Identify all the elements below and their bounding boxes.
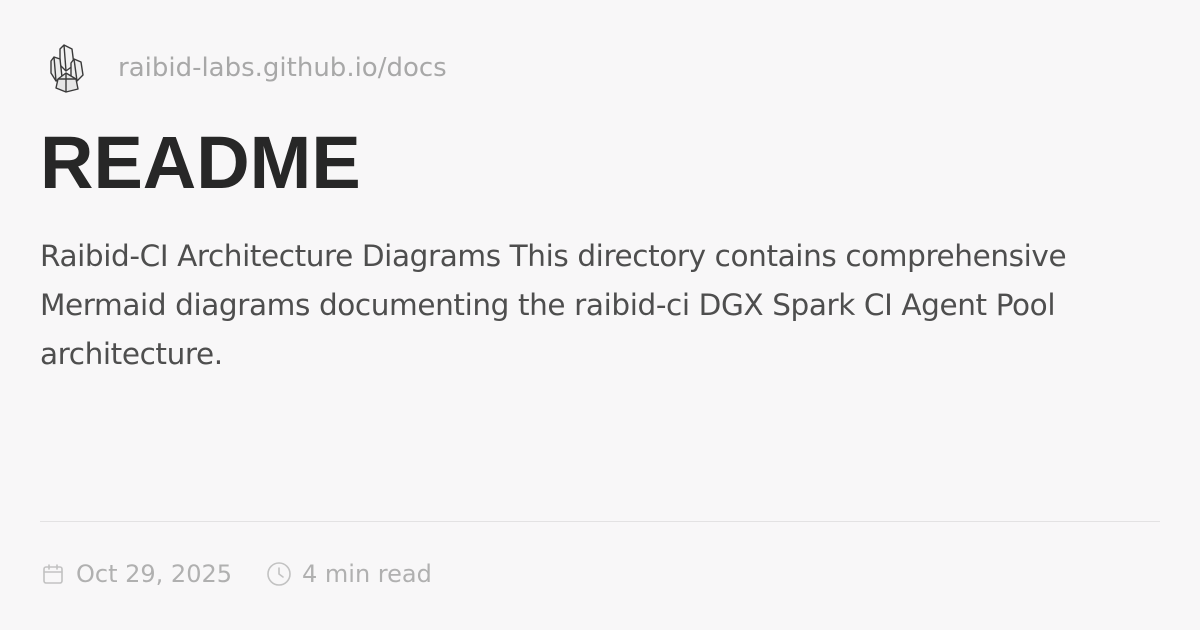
crystal-cluster-icon	[46, 42, 88, 94]
read-time-text: 4 min read	[302, 560, 432, 588]
publish-date: Oct 29, 2025	[40, 560, 232, 588]
site-header: raibid-labs.github.io/docs	[46, 42, 447, 94]
calendar-icon	[40, 561, 66, 587]
publish-date-text: Oct 29, 2025	[76, 560, 232, 588]
post-meta: Oct 29, 2025 4 min read	[40, 556, 432, 592]
page-description: Raibid-CI Architecture Diagrams This dir…	[40, 239, 1067, 371]
read-time: 4 min read	[266, 560, 432, 588]
clock-icon	[266, 561, 292, 587]
divider	[40, 521, 1160, 522]
site-url[interactable]: raibid-labs.github.io/docs	[118, 53, 447, 83]
page-title: README	[40, 121, 361, 204]
